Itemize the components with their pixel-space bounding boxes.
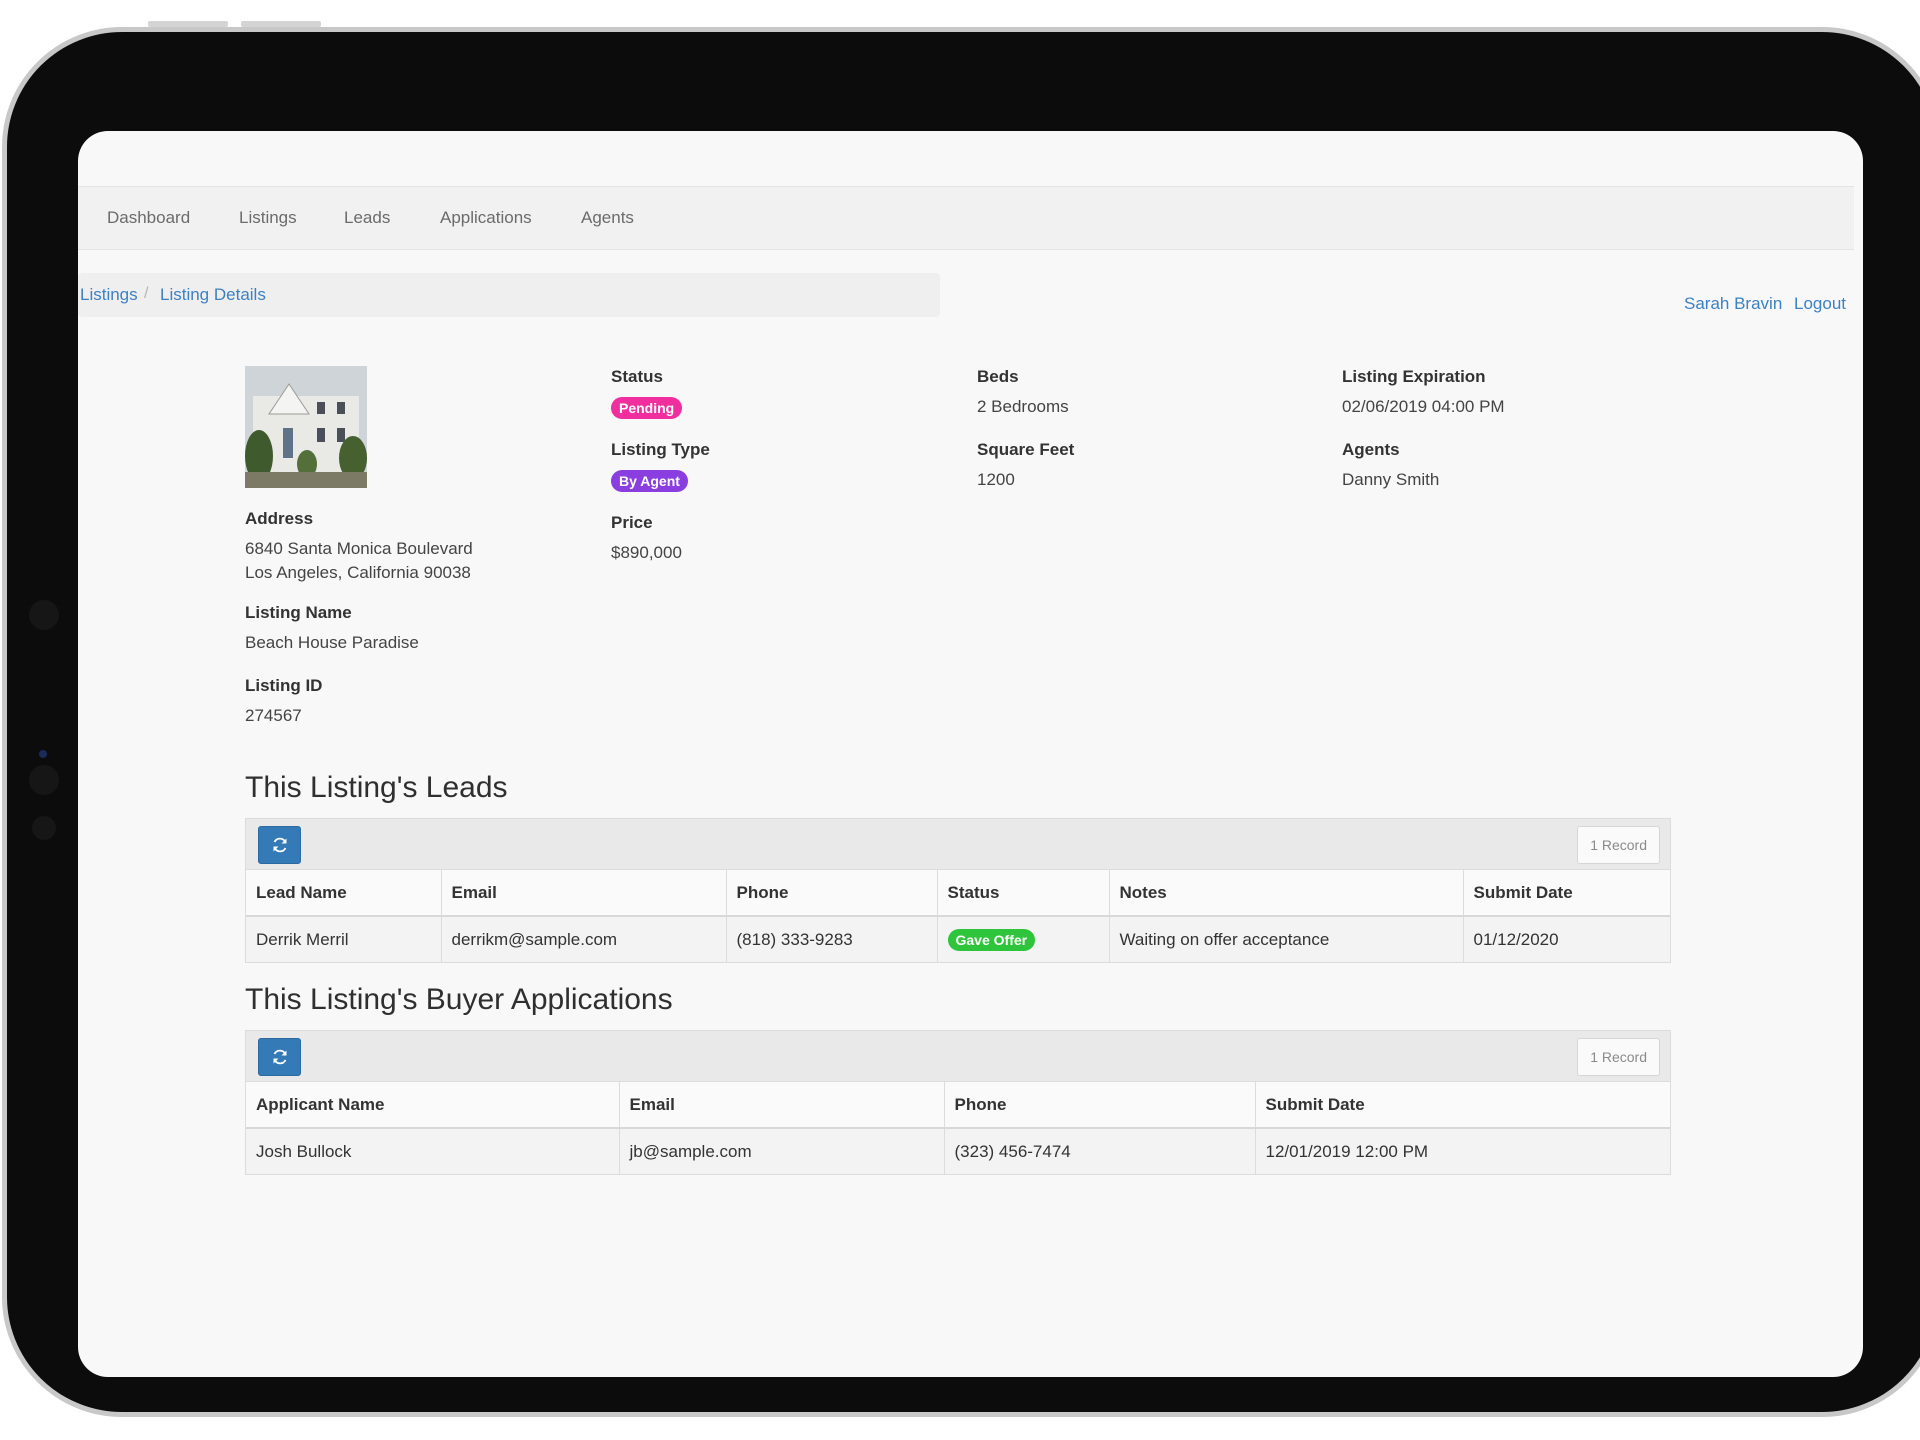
leads-section-title: This Listing's Leads: [245, 771, 508, 804]
top-navbar: Dashboard Listings Leads Applications Ag…: [78, 186, 1854, 250]
applicant-email-cell: jb@sample.com: [619, 1128, 945, 1174]
column-header-email[interactable]: Email: [619, 1082, 945, 1128]
address-label: Address: [245, 509, 314, 528]
listing-name-value: Beach House Paradise: [245, 633, 419, 652]
sensor-dot: [29, 600, 59, 630]
lead-submit-date-cell: 01/12/2020: [1473, 929, 1559, 949]
sensor-dot: [32, 816, 56, 840]
sensor-dot: [29, 765, 59, 795]
house-photo: [245, 366, 367, 488]
refresh-icon: [273, 837, 286, 853]
listing-expiration-value: 02/06/2019 04:00 PM: [1342, 397, 1505, 416]
beds-value: 2 Bedrooms: [977, 397, 1069, 416]
column-header-status[interactable]: Status: [937, 870, 1110, 916]
address-line2: Los Angeles, California 90038: [245, 563, 471, 582]
leads-refresh-button[interactable]: [258, 826, 301, 864]
column-header-phone[interactable]: Phone: [726, 870, 938, 916]
leads-header-row: Lead Name Email Phone Status Notes Submi…: [246, 870, 1670, 916]
user-name-link[interactable]: Sarah Bravin: [1684, 294, 1782, 314]
applications-refresh-button[interactable]: [258, 1038, 301, 1076]
breadcrumb-listing-details[interactable]: Listing Details: [160, 285, 266, 305]
breadcrumb-listings[interactable]: Listings: [80, 285, 138, 305]
lead-status-cell: Gave Offer: [937, 916, 1110, 962]
listing-id-value: 274567: [245, 706, 302, 725]
camera-led: [39, 750, 47, 758]
applications-header-row: Applicant Name Email Phone Submit Date: [246, 1082, 1670, 1128]
nav-leads[interactable]: Leads: [344, 208, 390, 228]
nav-listings[interactable]: Listings: [239, 208, 297, 228]
nav-applications[interactable]: Applications: [440, 208, 532, 228]
leads-table: Lead Name Email Phone Status Notes Submi…: [246, 870, 1670, 962]
tablet-frame: Dashboard Listings Leads Applications Ag…: [2, 27, 1920, 1417]
app-screen: Dashboard Listings Leads Applications Ag…: [78, 131, 1863, 1377]
status-label: Status: [611, 367, 663, 386]
column-header-phone[interactable]: Phone: [944, 1082, 1256, 1128]
column-header-applicant-name[interactable]: Applicant Name: [246, 1082, 620, 1128]
lead-email-cell: derrikm@sample.com: [441, 916, 727, 962]
leads-record-count[interactable]: 1 Record: [1577, 826, 1660, 864]
applicant-name-cell: Josh Bullock: [246, 1128, 620, 1174]
agents-value: Danny Smith: [1342, 470, 1440, 489]
listing-id-label: Listing ID: [245, 676, 323, 695]
square-feet-label: Square Feet: [977, 440, 1075, 459]
column-header-notes[interactable]: Notes: [1109, 870, 1464, 916]
applications-table-panel: 1 Record Applicant Name Email Phone Subm…: [245, 1030, 1671, 1175]
leads-table-panel: 1 Record Lead Name Email Phone Status No…: [245, 818, 1671, 963]
listing-type-badge: By Agent: [611, 470, 688, 492]
applications-record-count[interactable]: 1 Record: [1577, 1038, 1660, 1076]
applications-section-title: This Listing's Buyer Applications: [245, 983, 673, 1016]
column-header-email[interactable]: Email: [441, 870, 727, 916]
column-header-submit-date[interactable]: Submit Date: [1255, 1082, 1670, 1128]
lead-phone-cell: (818) 333-9283: [726, 916, 938, 962]
lead-notes-cell: Waiting on offer acceptance: [1109, 916, 1464, 962]
applications-toolbar: 1 Record: [246, 1031, 1670, 1082]
listing-expiration-label: Listing Expiration: [1342, 367, 1486, 386]
table-row[interactable]: Josh Bullock jb@sample.com (323) 456-747…: [246, 1128, 1670, 1174]
refresh-icon: [273, 1049, 286, 1065]
leads-toolbar: 1 Record: [246, 819, 1670, 870]
lead-status-badge: Gave Offer: [947, 928, 1036, 951]
nav-agents[interactable]: Agents: [581, 208, 634, 228]
table-row[interactable]: Derrik Merril derrikm@sample.com (818) 3…: [246, 916, 1670, 962]
house-photo-image: [245, 366, 367, 488]
column-header-lead-name[interactable]: Lead Name: [246, 870, 442, 916]
applicant-phone-cell: (323) 456-7474: [944, 1128, 1256, 1174]
listing-name-label: Listing Name: [245, 603, 352, 622]
listing-type-label: Listing Type: [611, 440, 710, 459]
square-feet-value: 1200: [977, 470, 1015, 489]
breadcrumb-separator: /: [144, 285, 149, 302]
beds-label: Beds: [977, 367, 1019, 386]
address-line1: 6840 Santa Monica Boulevard: [245, 539, 473, 558]
breadcrumb: Listings / Listing Details: [78, 273, 940, 317]
price-value: $890,000: [611, 543, 682, 562]
nav-dashboard[interactable]: Dashboard: [107, 208, 190, 228]
lead-name-cell: Derrik Merril: [246, 916, 442, 962]
logout-link[interactable]: Logout: [1794, 294, 1846, 314]
status-badge: Pending: [611, 397, 683, 419]
applications-table: Applicant Name Email Phone Submit Date J…: [246, 1082, 1670, 1174]
agents-label: Agents: [1342, 440, 1400, 459]
column-header-submit-date[interactable]: Submit Date: [1463, 870, 1670, 916]
price-label: Price: [611, 513, 653, 532]
applicant-submit-date-cell: 12/01/2019 12:00 PM: [1265, 1141, 1429, 1161]
